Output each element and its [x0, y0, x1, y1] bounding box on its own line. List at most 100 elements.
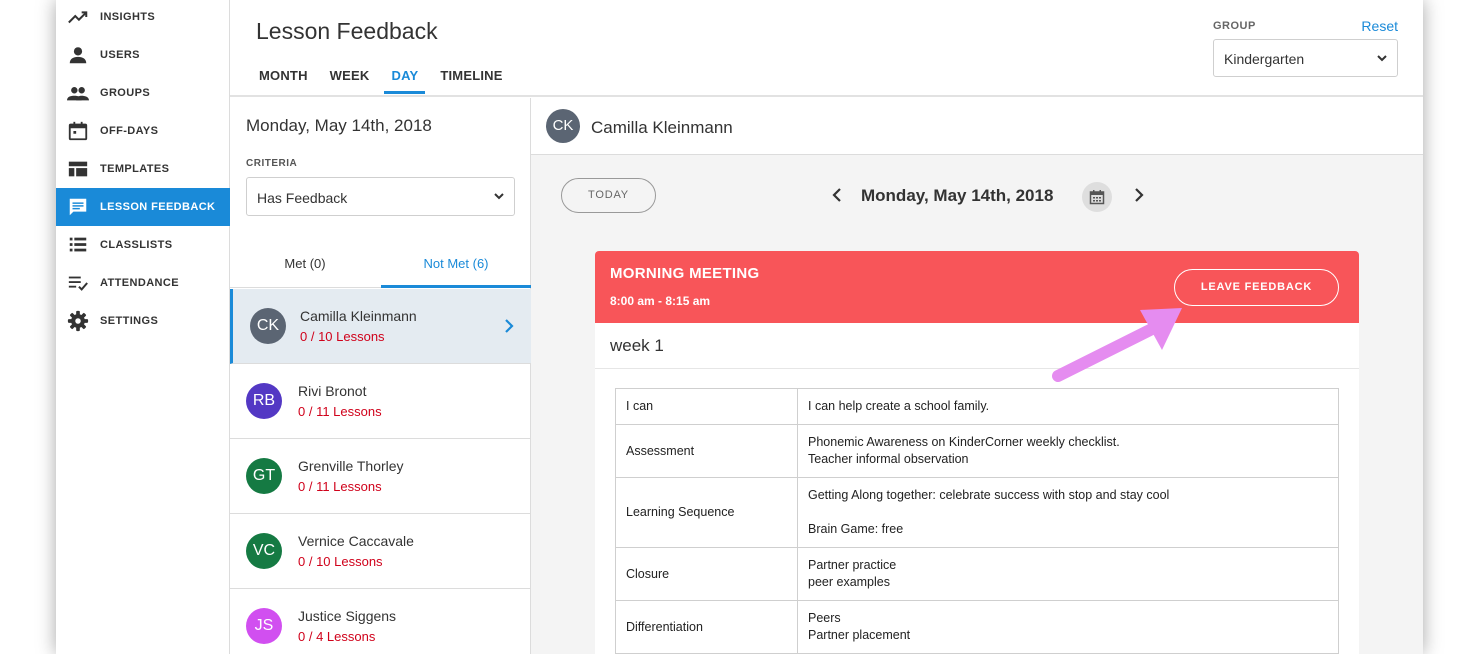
table-cell-line: Getting Along together: celebrate succes… [808, 488, 1170, 502]
tab-month[interactable]: MONTH [252, 68, 315, 94]
lesson-details-table: I can I can help create a school family.… [615, 388, 1339, 654]
checklist-icon [68, 276, 88, 291]
sidebar-item-off-days[interactable]: OFF-DAYS [56, 112, 230, 150]
group-select-value: Kindergarten [1224, 51, 1305, 67]
table-cell-value: Getting Along together: celebrate succes… [797, 477, 1339, 548]
calendar-icon [68, 121, 88, 141]
table-cell-value: Peers Partner placement [797, 600, 1339, 654]
sidebar: INSIGHTS USERS GROUPS OFF-DAYS TEMPLATES… [56, 0, 230, 654]
chevron-right-icon [505, 319, 514, 333]
student-lessons: 0 / 4 Lessons [298, 629, 376, 644]
table-row: Differentiation Peers Partner placement [615, 600, 1339, 654]
student-lessons: 0 / 10 Lessons [298, 554, 383, 569]
student-lessons: 0 / 11 Lessons [298, 404, 382, 419]
lesson-week: week 1 [610, 336, 664, 355]
avatar: GT [246, 458, 282, 494]
table-row: Closure Partner practice peer examples [615, 547, 1339, 601]
table-cell-line [808, 504, 1328, 521]
sidebar-item-settings[interactable]: SETTINGS [56, 302, 230, 340]
group-select[interactable]: Kindergarten [1213, 39, 1398, 77]
tab-week[interactable]: WEEK [323, 68, 377, 94]
list-item[interactable]: GT Grenville Thorley 0 / 11 Lessons [230, 439, 531, 514]
sidebar-item-attendance[interactable]: ATTENDANCE [56, 264, 230, 302]
gear-icon [67, 310, 89, 332]
table-cell-key: I can [615, 388, 798, 425]
criteria-select[interactable]: Has Feedback [246, 177, 515, 216]
tab-day[interactable]: DAY [384, 68, 426, 94]
current-date: Monday, May 14th, 2018 [861, 186, 1054, 205]
table-cell-value: I can help create a school family. [797, 388, 1339, 425]
view-tabs: MONTH WEEK DAY TIMELINE [252, 68, 518, 94]
table-cell-value: Phonemic Awareness on KinderCorner weekl… [797, 424, 1339, 478]
feedback-icon [69, 198, 87, 216]
lesson-time: 8:00 am - 8:15 am [610, 294, 711, 308]
sidebar-item-users[interactable]: USERS [56, 36, 230, 74]
student-lessons: 0 / 11 Lessons [298, 479, 382, 494]
student-list-panel: Monday, May 14th, 2018 CRITERIA Has Feed… [230, 98, 531, 654]
table-cell-line: Phonemic Awareness on KinderCorner weekl… [808, 435, 1120, 449]
sidebar-item-label: TEMPLATES [100, 163, 170, 175]
criteria-label: CRITERIA [246, 158, 298, 169]
calendar-icon [1089, 190, 1105, 205]
table-cell-line: I can help create a school family. [808, 399, 990, 413]
tab-not-met[interactable]: Not Met (6) [381, 246, 531, 288]
criteria-select-value: Has Feedback [257, 190, 348, 206]
lesson-title: MORNING MEETING [610, 265, 760, 282]
app-window: INSIGHTS USERS GROUPS OFF-DAYS TEMPLATES… [56, 0, 1423, 654]
chevron-right-icon[interactable] [1133, 188, 1145, 202]
reset-link[interactable]: Reset [1361, 18, 1398, 34]
student-name: Grenville Thorley [298, 458, 404, 474]
list-item[interactable]: JS Justice Siggens 0 / 4 Lessons [230, 589, 531, 654]
table-cell-line: Peers [808, 611, 841, 625]
table-cell-key: Learning Sequence [615, 477, 798, 548]
leave-feedback-button[interactable]: LEAVE FEEDBACK [1174, 269, 1339, 306]
table-cell-line: Partner placement [808, 628, 911, 642]
table-row: Learning Sequence Getting Along together… [615, 477, 1339, 548]
detail-panel: CK Camilla Kleinmann TODAY Monday, May 1… [531, 98, 1423, 654]
detail-student-name: Camilla Kleinmann [591, 118, 733, 137]
sidebar-item-label: SETTINGS [100, 315, 159, 327]
chevron-left-icon[interactable] [831, 188, 843, 202]
avatar: CK [546, 109, 580, 143]
sidebar-item-label: OFF-DAYS [100, 125, 159, 137]
table-cell-value: Partner practice peer examples [797, 547, 1339, 601]
student-name: Camilla Kleinmann [300, 308, 417, 324]
sidebar-item-label: USERS [100, 49, 140, 61]
today-button[interactable]: TODAY [561, 178, 656, 213]
list-icon [69, 237, 87, 252]
table-cell-line: Brain Game: free [808, 522, 904, 536]
lesson-card: MORNING MEETING 8:00 am - 8:15 am LEAVE … [595, 251, 1359, 654]
met-tabs: Met (0) Not Met (6) [230, 246, 531, 288]
list-item[interactable]: RB Rivi Bronot 0 / 11 Lessons [230, 364, 531, 439]
tab-timeline[interactable]: TIMELINE [433, 68, 509, 94]
detail-header: CK Camilla Kleinmann [531, 98, 1423, 155]
sidebar-item-label: LESSON FEEDBACK [100, 201, 216, 213]
divider [595, 368, 1359, 369]
group-label: GROUP [1213, 20, 1256, 32]
sidebar-item-label: GROUPS [100, 87, 151, 99]
sidebar-item-lesson-feedback[interactable]: LESSON FEEDBACK [56, 188, 230, 226]
tab-met[interactable]: Met (0) [230, 246, 380, 288]
people-icon [67, 87, 89, 101]
sidebar-item-label: ATTENDANCE [100, 277, 179, 289]
sidebar-item-groups[interactable]: GROUPS [56, 74, 230, 112]
person-icon [69, 47, 87, 64]
student-name: Vernice Caccavale [298, 533, 414, 549]
lesson-card-header: MORNING MEETING 8:00 am - 8:15 am LEAVE … [595, 251, 1359, 323]
table-cell-line: Teacher informal observation [808, 452, 969, 466]
table-row: Assessment Phonemic Awareness on KinderC… [615, 424, 1339, 478]
trending-up-icon [68, 11, 88, 24]
page-header: Lesson Feedback MONTH WEEK DAY TIMELINE … [230, 0, 1423, 97]
list-item[interactable]: VC Vernice Caccavale 0 / 10 Lessons [230, 514, 531, 589]
sidebar-item-templates[interactable]: TEMPLATES [56, 150, 230, 188]
student-lessons: 0 / 10 Lessons [300, 329, 385, 344]
calendar-button[interactable] [1082, 182, 1112, 212]
table-cell-line: Partner practice [808, 558, 897, 572]
list-item[interactable]: CK Camilla Kleinmann 0 / 10 Lessons [230, 289, 531, 364]
table-cell-key: Differentiation [615, 600, 798, 654]
chevron-down-icon [1377, 55, 1387, 62]
avatar: JS [246, 608, 282, 644]
avatar: RB [246, 383, 282, 419]
sidebar-item-classlists[interactable]: CLASSLISTS [56, 226, 230, 264]
sidebar-item-insights[interactable]: INSIGHTS [56, 0, 230, 36]
